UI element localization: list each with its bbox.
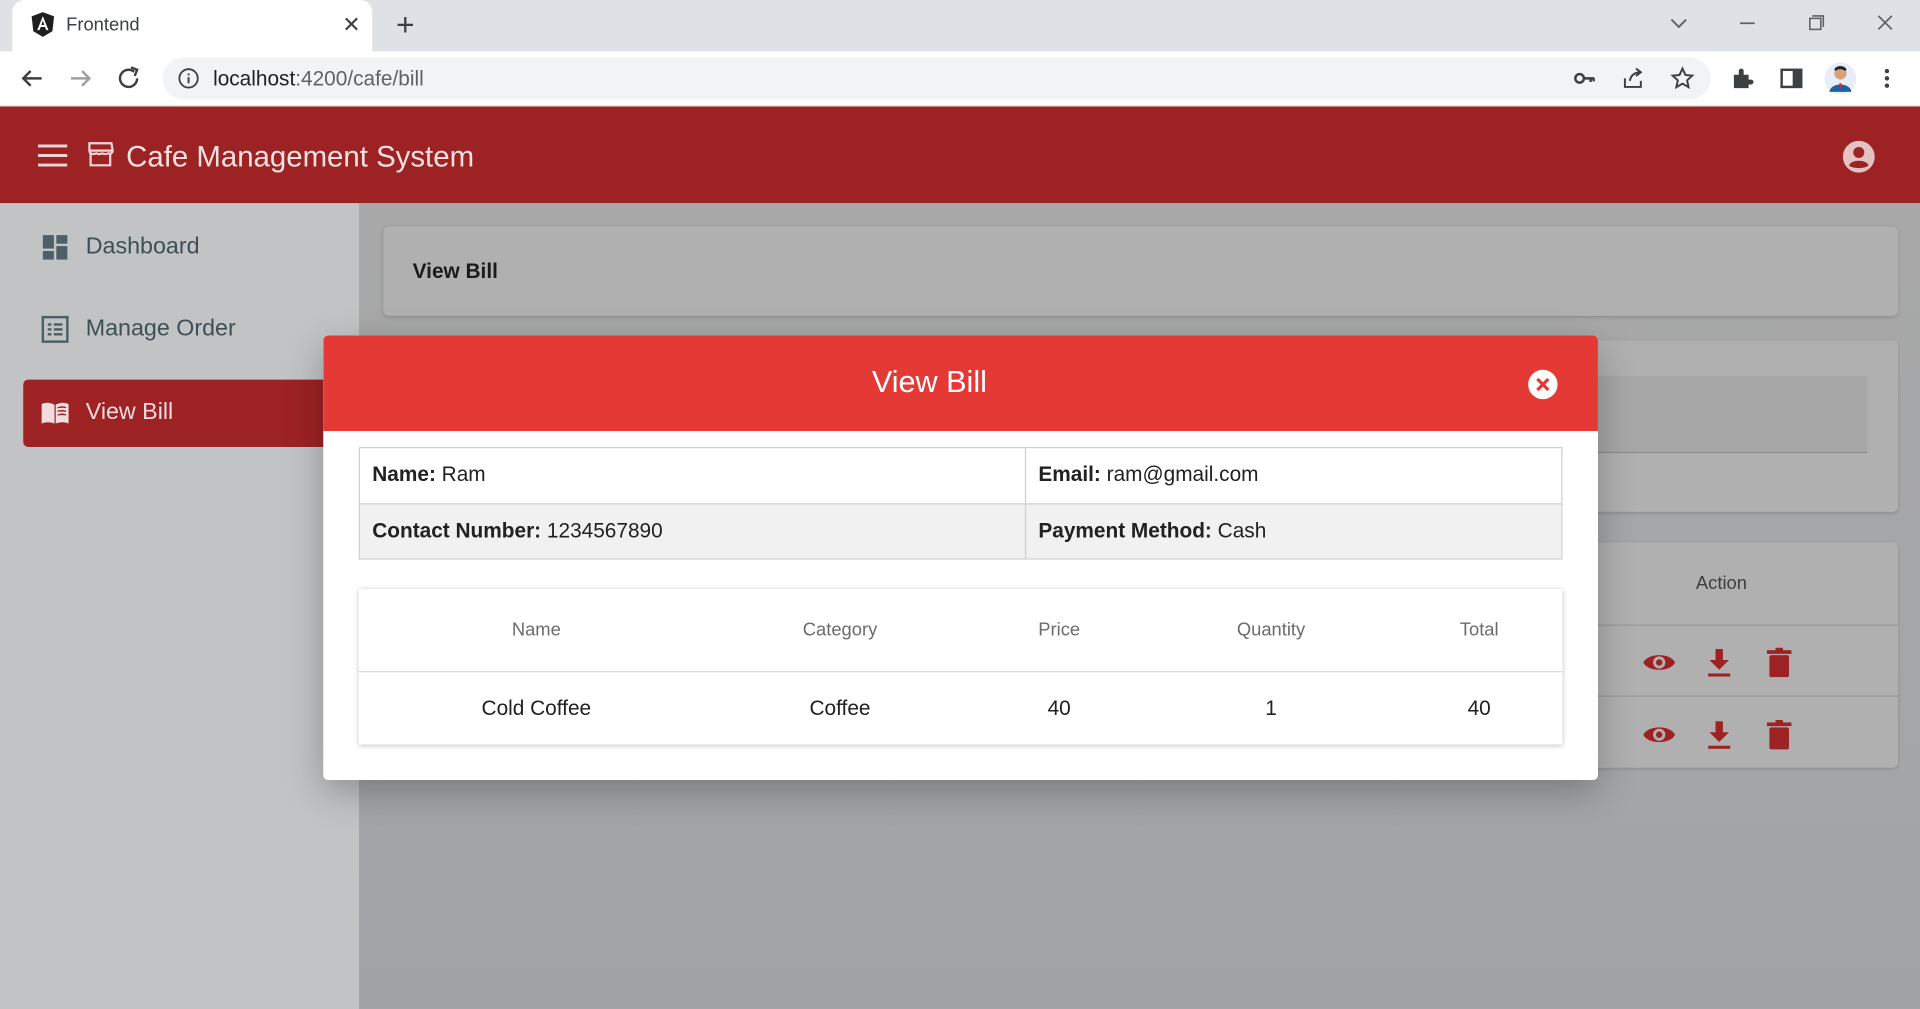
page-title-card: View Bill — [383, 226, 1898, 316]
dashboard-icon — [42, 235, 68, 260]
app-title: Cafe Management System — [126, 140, 475, 174]
url-text: localhost:4200/cafe/bill — [213, 67, 424, 91]
browser-tab[interactable]: Frontend ✕ — [12, 0, 373, 52]
sidebar-item-label: Manage Order — [85, 315, 236, 342]
address-bar[interactable]: localhost:4200/cafe/bill — [162, 57, 1711, 100]
key-icon[interactable] — [1572, 66, 1596, 90]
column-header-quantity: Quantity — [1236, 619, 1306, 641]
item-price-cell: 40 — [1047, 696, 1071, 721]
tab-close-icon[interactable]: ✕ — [338, 11, 365, 38]
download-icon[interactable] — [1702, 645, 1736, 679]
screen: Frontend ✕ + localhost:4200/cafe/bill Ca… — [0, 0, 1920, 1009]
item-category-cell: Coffee — [809, 696, 871, 721]
browser-toolbar: localhost:4200/cafe/bill — [0, 51, 1920, 107]
share-icon[interactable] — [1621, 66, 1645, 90]
info-row: Name: Ram Email: ram@gmail.com — [360, 448, 1561, 504]
sidebar: Dashboard Manage Order View Bill — [0, 203, 359, 1009]
restore-icon[interactable] — [1800, 10, 1832, 37]
angular-icon — [31, 12, 55, 37]
info-row: Contact Number: 1234567890 Payment Metho… — [360, 503, 1562, 560]
view-eye-icon[interactable] — [1642, 718, 1676, 752]
item-total-cell: 40 — [1467, 696, 1491, 721]
close-icon[interactable] — [1527, 369, 1559, 401]
sidebar-item-label: View Bill — [85, 399, 174, 425]
bill-items-table: Name Category Price Quantity Total Cold … — [358, 588, 1563, 745]
forward-icon[interactable] — [66, 64, 95, 93]
column-header-price: Price — [1038, 619, 1081, 641]
action-column-header: Action — [1695, 573, 1747, 594]
app-header: Cafe Management System — [0, 106, 1920, 204]
view-eye-icon[interactable] — [1642, 645, 1676, 679]
menu-icon[interactable] — [37, 144, 68, 167]
close-window-icon[interactable] — [1869, 10, 1901, 37]
customer-name-cell: Name: Ram — [360, 448, 1027, 504]
bookmark-star-icon[interactable] — [1670, 66, 1695, 90]
item-name-cell: Cold Coffee — [481, 696, 592, 721]
page-title: View Bill — [412, 259, 498, 283]
sidebar-item-view-bill[interactable]: View Bill — [23, 379, 330, 447]
sidebar-item-dashboard[interactable]: Dashboard — [23, 214, 329, 281]
new-tab-button[interactable]: + — [389, 9, 421, 42]
book-icon — [41, 402, 69, 424]
filter-input[interactable] — [1595, 375, 1868, 454]
delete-icon[interactable] — [1762, 718, 1796, 752]
minimize-icon[interactable] — [1731, 10, 1763, 37]
item-quantity-cell: 1 — [1265, 696, 1277, 721]
column-header-total: Total — [1459, 619, 1499, 641]
sidebar-item-manage-order[interactable]: Manage Order — [23, 296, 329, 363]
column-header-name: Name — [511, 619, 561, 641]
delete-icon[interactable] — [1762, 645, 1796, 679]
reload-icon[interactable] — [114, 64, 143, 93]
customer-info-table: Name: Ram Email: ram@gmail.com Contact N… — [358, 446, 1563, 560]
profile-avatar[interactable] — [1824, 62, 1857, 95]
table-header-row: Name Category Price Quantity Total — [358, 589, 1563, 673]
view-bill-dialog: View Bill Name: Ram Email: ram@gmail.com… — [323, 335, 1598, 781]
back-icon[interactable] — [17, 64, 46, 93]
chrome-menu-icon[interactable] — [1873, 65, 1900, 92]
extensions-icon[interactable] — [1729, 65, 1756, 92]
column-header-category: Category — [802, 619, 878, 641]
side-panel-icon[interactable] — [1778, 65, 1805, 92]
account-circle-icon[interactable] — [1842, 140, 1876, 174]
list-icon — [41, 315, 69, 343]
tab-title: Frontend — [66, 14, 140, 36]
store-icon — [88, 142, 114, 167]
browser-tabstrip: Frontend ✕ + — [0, 0, 1920, 52]
payment-method-cell: Payment Method: Cash — [1038, 519, 1267, 543]
dialog-header: View Bill — [323, 335, 1598, 432]
contact-number-cell: Contact Number: 1234567890 — [360, 504, 1027, 560]
sidebar-item-label: Dashboard — [85, 233, 200, 260]
dialog-title: View Bill — [871, 364, 987, 400]
tab-search-icon[interactable] — [1663, 10, 1695, 37]
site-info-icon[interactable] — [178, 67, 200, 89]
download-icon[interactable] — [1702, 718, 1736, 752]
customer-email-cell: Email: ram@gmail.com — [1038, 462, 1259, 487]
